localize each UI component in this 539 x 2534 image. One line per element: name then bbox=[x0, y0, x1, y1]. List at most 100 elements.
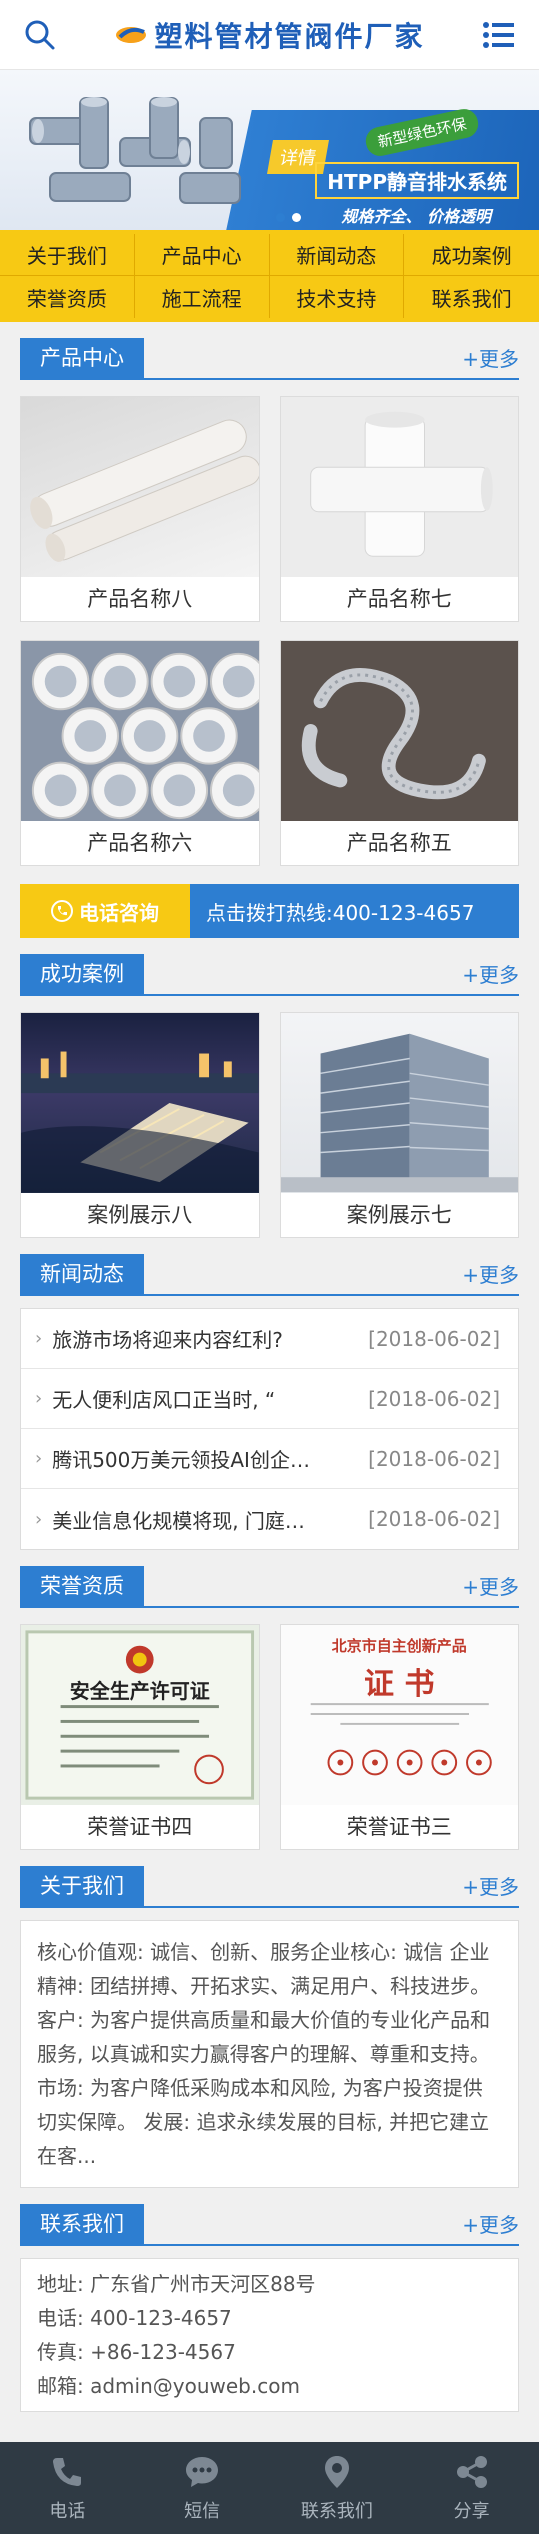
call-bar[interactable]: 电话咨询 点击拨打热线:400-123-4657 bbox=[20, 884, 519, 938]
hotline-text[interactable]: 点击拨打热线:400-123-4657 bbox=[190, 884, 519, 938]
cases-grid: 案例展示八 案例展示七 bbox=[0, 996, 539, 1238]
news-item-title: 无人便利店风口正当时, “ bbox=[52, 1388, 276, 1412]
about-more-link[interactable]: +更多 bbox=[462, 1871, 519, 1900]
case-image bbox=[280, 1013, 518, 1193]
chevron-right-icon: › bbox=[35, 1388, 43, 1409]
nav-item-products[interactable]: 产品中心 bbox=[134, 234, 270, 276]
main-nav: 关于我们 产品中心 新闻动态 成功案例 荣誉资质 施工流程 技术支持 联系我们 bbox=[0, 230, 539, 322]
logo-mark-icon bbox=[116, 26, 147, 43]
products-section-head: 产品中心 +更多 bbox=[20, 336, 519, 380]
search-icon[interactable] bbox=[20, 15, 60, 55]
about-section-head: 关于我们 +更多 bbox=[20, 1864, 519, 1908]
nav-item-process[interactable]: 施工流程 bbox=[135, 276, 270, 318]
contact-more-link[interactable]: +更多 bbox=[462, 2209, 519, 2238]
honor-name: 荣誉证书三 bbox=[346, 1815, 452, 1839]
banner-subtitle: 规格齐全、 价格透明 bbox=[341, 207, 491, 226]
share-icon bbox=[456, 2456, 487, 2488]
honor-image: 安全生产许可证 bbox=[21, 1625, 259, 1805]
chevron-right-icon: › bbox=[35, 1508, 43, 1530]
news-title: 新闻动态 bbox=[20, 1254, 144, 1294]
top-header: 塑料管材管阀件厂家 bbox=[0, 0, 539, 70]
site-logo[interactable]: 塑料管材管阀件厂家 bbox=[114, 15, 424, 55]
footer-sms-button[interactable]: 短信 bbox=[135, 2442, 270, 2534]
footer-share-button[interactable]: 分享 bbox=[404, 2442, 539, 2534]
cases-more-link[interactable]: +更多 bbox=[462, 959, 519, 988]
case-card[interactable]: 案例展示八 bbox=[20, 1012, 260, 1238]
call-label-box[interactable]: 电话咨询 bbox=[20, 884, 190, 938]
honors-section-head: 荣誉资质 +更多 bbox=[20, 1564, 519, 1608]
case-name: 案例展示八 bbox=[87, 1203, 193, 1227]
banner-title: HTPP静音排水系统 bbox=[315, 162, 519, 199]
news-list: › 旅游市场将迎来内容红利? [2018-06-02] › 无人便利店风口正当时… bbox=[20, 1308, 519, 1550]
menu-icon[interactable] bbox=[479, 15, 519, 55]
honor-card[interactable]: 北京市自主创新产品 证 书 荣誉证书三 bbox=[279, 1624, 519, 1850]
contact-fax: 传真: +86-123-4567 bbox=[37, 2340, 236, 2364]
news-item[interactable]: › 美业信息化规模将现, 门庭… [2018-06-02] bbox=[21, 1489, 518, 1549]
news-item[interactable]: › 无人便利店风口正当时, “ [2018-06-02] bbox=[21, 1369, 518, 1429]
hero-banner[interactable]: 详情 新型绿色环保 HTPP静音排水系统 规格齐全、 价格透明 bbox=[0, 70, 539, 230]
nav-item-honors[interactable]: 荣誉资质 bbox=[0, 276, 135, 318]
product-image bbox=[280, 397, 518, 577]
honor-cert-header: 北京市自主创新产品 bbox=[331, 1637, 467, 1655]
chevron-right-icon: › bbox=[35, 1448, 43, 1469]
news-section-head: 新闻动态 +更多 bbox=[20, 1252, 519, 1296]
contact-address: 地址: 广东省广州市天河区88号 bbox=[37, 2272, 316, 2296]
product-image bbox=[280, 641, 518, 821]
call-label: 电话咨询 bbox=[79, 900, 159, 925]
news-item[interactable]: › 腾讯500万美元领投AI创企… [2018-06-02] bbox=[21, 1429, 518, 1489]
about-text: 核心价值观: 诚信、创新、服务企业核心: 诚信 企业精神: 团结拼搏、开拓求实、… bbox=[20, 1920, 519, 2188]
footer-phone-button[interactable]: 电话 bbox=[0, 2442, 135, 2534]
product-image bbox=[21, 397, 259, 577]
about-title: 关于我们 bbox=[20, 1866, 144, 1906]
honors-more-link[interactable]: +更多 bbox=[462, 1571, 519, 1600]
honor-name: 荣誉证书四 bbox=[87, 1815, 193, 1839]
nav-item-about[interactable]: 关于我们 bbox=[0, 234, 135, 276]
chevron-right-icon: › bbox=[35, 1328, 43, 1349]
product-name: 产品名称七 bbox=[346, 587, 452, 611]
product-card[interactable]: 产品名称五 bbox=[279, 640, 519, 866]
case-image bbox=[21, 1013, 259, 1193]
honors-title: 荣誉资质 bbox=[20, 1566, 144, 1606]
product-image bbox=[21, 641, 259, 821]
product-name: 产品名称五 bbox=[346, 831, 452, 855]
footer-label: 分享 bbox=[453, 2501, 490, 2522]
news-more-link[interactable]: +更多 bbox=[462, 1259, 519, 1288]
product-card[interactable]: 产品名称七 bbox=[279, 396, 519, 622]
nav-item-cases[interactable]: 成功案例 bbox=[404, 234, 539, 276]
news-item-date: [2018-06-02] bbox=[368, 1507, 500, 1531]
cases-title: 成功案例 bbox=[20, 954, 144, 994]
footer-label: 短信 bbox=[184, 2501, 221, 2522]
news-item-title: 美业信息化规模将现, 门庭… bbox=[52, 1508, 305, 1533]
footer-contact-button[interactable]: 联系我们 bbox=[270, 2442, 405, 2534]
contact-email[interactable]: 邮箱: admin@youweb.com bbox=[37, 2369, 502, 2403]
product-card[interactable]: 产品名称八 bbox=[20, 396, 260, 622]
honor-card[interactable]: 安全生产许可证 荣誉证书四 bbox=[20, 1624, 260, 1850]
nav-item-support[interactable]: 技术支持 bbox=[270, 276, 405, 318]
footer-label: 电话 bbox=[49, 2501, 86, 2522]
message-icon bbox=[186, 2457, 219, 2487]
logo-text: 塑料管材管阀件厂家 bbox=[154, 19, 425, 53]
news-item-date: [2018-06-02] bbox=[368, 1386, 500, 1411]
carousel-dot[interactable] bbox=[292, 213, 301, 222]
case-card[interactable]: 案例展示七 bbox=[279, 1012, 519, 1238]
honor-image: 北京市自主创新产品 证 书 bbox=[280, 1625, 518, 1805]
product-card[interactable]: 产品名称六 bbox=[20, 640, 260, 866]
contact-title: 联系我们 bbox=[20, 2204, 144, 2244]
products-more-link[interactable]: +更多 bbox=[462, 343, 519, 372]
product-name: 产品名称八 bbox=[87, 587, 193, 611]
location-pin-icon bbox=[324, 2456, 349, 2488]
honor-cert-title: 证 书 bbox=[364, 1667, 435, 1702]
nav-item-news[interactable]: 新闻动态 bbox=[269, 234, 405, 276]
contact-phone[interactable]: 电话: 400-123-4657 bbox=[37, 2301, 502, 2335]
news-item[interactable]: › 旅游市场将迎来内容红利? [2018-06-02] bbox=[21, 1309, 518, 1369]
contact-info: 地址: 广东省广州市天河区88号 电话: 400-123-4657 传真: +8… bbox=[20, 2258, 519, 2412]
nav-item-contact[interactable]: 联系我们 bbox=[404, 276, 539, 318]
honors-grid: 安全生产许可证 荣誉证书四 北京市自主创新产品 证 书 荣誉证书三 bbox=[0, 1608, 539, 1850]
contact-section-head: 联系我们 +更多 bbox=[20, 2202, 519, 2246]
product-name: 产品名称六 bbox=[87, 831, 193, 855]
news-item-title: 腾讯500万美元领投AI创企… bbox=[52, 1448, 310, 1472]
carousel-dot-active[interactable] bbox=[276, 213, 285, 222]
honor-cert-title: 安全生产许可证 bbox=[69, 1679, 210, 1703]
cases-section-head: 成功案例 +更多 bbox=[20, 952, 519, 996]
news-item-date: [2018-06-02] bbox=[368, 1326, 500, 1351]
